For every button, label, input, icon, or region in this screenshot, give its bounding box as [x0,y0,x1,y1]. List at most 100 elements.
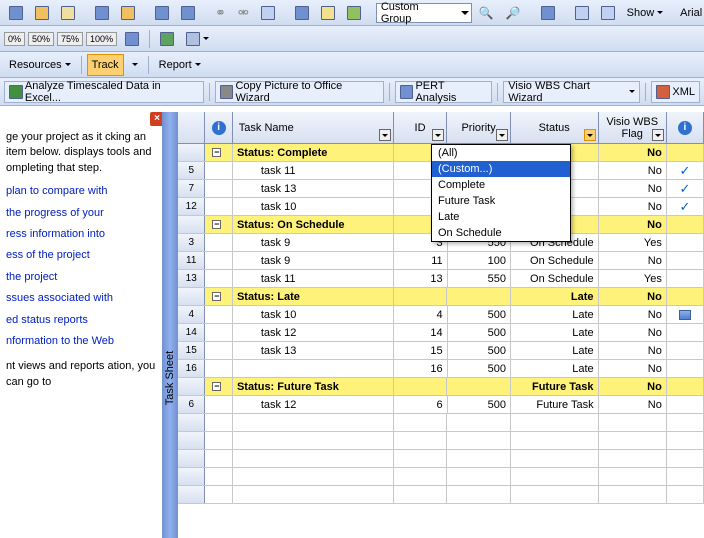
report-menu[interactable]: Report [154,54,206,76]
id-cell: 6 [394,396,448,413]
table-row[interactable] [178,486,704,504]
track-menu[interactable]: Track [87,54,124,76]
info-icon[interactable] [290,2,314,24]
col-info2[interactable]: i [667,112,704,143]
split-icon[interactable] [256,2,280,24]
guide-link-3[interactable]: ess of the project [6,248,156,263]
paste-icon[interactable] [596,2,620,24]
group-row[interactable]: −Status: Future TaskFuture TaskNo [178,378,704,396]
analyze-excel-button[interactable]: Analyze Timescaled Data in Excel... [4,81,204,103]
filter-item-future[interactable]: Future Task [432,193,570,209]
guide-link-4[interactable]: the project [6,270,156,285]
rownum-cell: 3 [178,234,205,251]
guide-link-5[interactable]: ssues associated with [6,291,156,306]
group-label: Status: Future Task [233,378,394,395]
filter-item-complete[interactable]: Complete [432,177,570,193]
filter-btn-task[interactable] [379,129,391,141]
table-row[interactable]: 6task 126500Future TaskNo [178,396,704,414]
group-dropdown[interactable]: Custom Group [376,3,472,23]
view-splitter[interactable]: Task Sheet [162,112,178,538]
guide-link-7[interactable]: nformation to the Web [6,334,156,349]
rownum-cell: 12 [178,198,205,215]
btn-generic-1[interactable] [4,2,28,24]
table-row[interactable]: 1616500LateNo [178,360,704,378]
zoom-out-icon[interactable]: 🔍 [474,2,499,24]
col-rownum[interactable] [178,112,205,143]
btn-generic-5[interactable] [116,2,140,24]
col-taskname[interactable]: Task Name [233,112,394,143]
assign-icon[interactable] [342,2,366,24]
zoom-tool-icon[interactable] [120,28,144,50]
copy-picture-button[interactable]: Copy Picture to Office Wizard [215,81,384,103]
table-row[interactable]: 13task 1113550On ScheduleYes [178,270,704,288]
excel-icon [9,85,23,99]
btn-generic-3[interactable] [56,2,80,24]
pri-cell [447,414,510,431]
zoom-in-icon[interactable]: 🔎 [501,2,526,24]
col-priority[interactable]: Priority [447,112,510,143]
group-label: Status: Complete [233,144,394,161]
table-row[interactable] [178,450,704,468]
guide-link-6[interactable]: ed status reports [6,313,156,328]
guide-link-1[interactable]: the progress of your [6,206,156,221]
goto-icon[interactable] [536,2,560,24]
table-row[interactable]: 14task 1214500LateNo [178,324,704,342]
filter-item-all[interactable]: (All) [432,145,570,161]
table-row[interactable] [178,414,704,432]
btn-generic-6[interactable] [150,2,174,24]
zoom-100[interactable]: 100% [86,32,117,46]
show-menu[interactable]: Show [622,2,669,24]
col-wbsflag[interactable]: Visio WBSFlag [599,112,667,143]
info-cell [205,252,232,269]
guide-link-2[interactable]: ress information into [6,227,156,242]
task-cell: task 11 [233,270,394,287]
link-icon[interactable]: ⚭ [210,2,231,24]
close-icon[interactable]: × [150,112,162,126]
wbs-button[interactable]: Visio WBS Chart Wizard [503,81,640,103]
table-row[interactable] [178,432,704,450]
col-status[interactable]: Status [511,112,599,143]
wbs-cell [599,486,667,503]
group-row[interactable]: −Status: LateLateNo [178,288,704,306]
guide-link-0[interactable]: plan to compare with [6,184,156,199]
copy-icon[interactable] [570,2,594,24]
stat-cell: Future Task [511,378,599,395]
guide-intro: ge your project as it cking an item belo… [6,130,156,176]
filter-item-custom[interactable]: (Custom...) [432,161,570,177]
zoom-50[interactable]: 50% [28,32,54,46]
table-row[interactable] [178,468,704,486]
filter-btn-wbs[interactable] [652,129,664,141]
wbs-cell: Yes [599,270,667,287]
table-row[interactable]: 4task 104500LateNo [178,306,704,324]
filter-btn-id[interactable] [432,129,444,141]
pri-cell [447,468,510,485]
track-dd[interactable] [126,54,143,76]
pri-cell: 500 [448,396,511,413]
filter-dd-icon[interactable] [181,28,214,50]
id-cell: 14 [394,324,448,341]
filter-item-onschedule[interactable]: On Schedule [432,225,570,241]
xml-button[interactable]: XML [651,81,700,103]
btn-generic-7[interactable] [176,2,200,24]
table-row[interactable]: 11task 911100On ScheduleNo [178,252,704,270]
stat-cell [511,486,599,503]
pri-cell [447,378,510,395]
gantt-icon[interactable] [155,28,179,50]
btn-generic-2[interactable] [30,2,54,24]
zoom-75[interactable]: 75% [57,32,83,46]
stat-cell [511,414,599,431]
filter-btn-status[interactable] [584,129,596,141]
filter-btn-priority[interactable] [496,129,508,141]
notes-icon[interactable] [316,2,340,24]
unlink-icon[interactable]: ⚮ [233,2,254,24]
table-row[interactable]: 15task 1315500LateNo [178,342,704,360]
filter-item-late[interactable]: Late [432,209,570,225]
pert-button[interactable]: PERT Analysis [395,81,493,103]
zoom-0[interactable]: 0% [4,32,25,46]
task-cell [233,450,394,467]
id-cell [394,432,448,449]
col-id[interactable]: ID [394,112,448,143]
col-indicators[interactable]: i [205,112,232,143]
resources-menu[interactable]: Resources [4,54,76,76]
btn-generic-4[interactable] [90,2,114,24]
